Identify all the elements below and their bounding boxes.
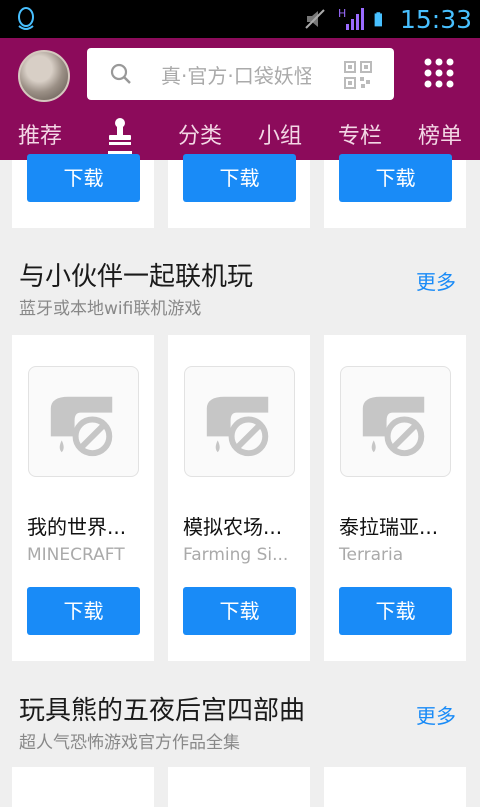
game-card[interactable]: 我的世界... MINECRAFT 下载 — [12, 335, 154, 661]
grid-menu-icon[interactable] — [424, 58, 454, 88]
game-card[interactable]: 模拟农场... Farming Si... 下载 — [168, 335, 310, 661]
app-header: 真·官方·口袋妖怪 推荐 分类 小组 专栏 榜单 — [0, 38, 480, 160]
section-subtitle: 超人气恐怖游戏官方作品全集 — [19, 733, 240, 753]
game-card: 下载 — [168, 154, 310, 228]
search-input[interactable]: 真·官方·口袋妖怪 — [161, 60, 311, 89]
section-subtitle: 蓝牙或本地wifi联机游戏 — [19, 299, 202, 319]
broken-image-icon — [50, 396, 113, 457]
clock: 15:33 — [399, 4, 472, 34]
qr-scan-icon[interactable] — [344, 61, 372, 89]
game-card[interactable] — [168, 767, 310, 807]
search-bar[interactable]: 真·官方·口袋妖怪 — [87, 48, 394, 100]
game-name: 我的世界... — [27, 515, 127, 539]
svg-text:H: H — [338, 7, 346, 20]
tab-category[interactable]: 分类 — [178, 118, 222, 150]
more-link[interactable]: 更多 — [416, 266, 456, 295]
section-title: 与小伙伴一起联机玩 — [19, 262, 254, 292]
status-icons: H 15:33 — [302, 0, 472, 38]
game-icon-placeholder — [28, 366, 139, 477]
broken-image-icon — [362, 396, 425, 457]
download-button[interactable]: 下载 — [339, 154, 452, 202]
game-english-name: Farming Si... — [183, 545, 289, 565]
broken-image-icon — [206, 396, 269, 457]
game-card[interactable] — [12, 767, 154, 807]
game-english-name: Terraria — [339, 545, 404, 565]
battery-icon — [374, 12, 382, 27]
content-scroll[interactable]: 下载 下载 下载 与小伙伴一起联机玩 蓝牙或本地wifi联机游戏 更多 我的世界… — [0, 154, 480, 807]
download-button[interactable]: 下载 — [27, 154, 140, 202]
more-link[interactable]: 更多 — [416, 700, 456, 729]
game-card: 下载 — [324, 154, 466, 228]
tab-recommend[interactable]: 推荐 — [18, 118, 62, 150]
download-button[interactable]: 下载 — [27, 587, 140, 635]
game-card[interactable] — [324, 767, 466, 807]
game-card: 下载 — [12, 154, 154, 228]
tab-bar: 推荐 分类 小组 专栏 榜单 — [0, 110, 480, 160]
game-name: 模拟农场... — [183, 515, 283, 539]
signal-h-icon: H — [338, 7, 364, 30]
game-card[interactable]: 泰拉瑞亚... Terraria 下载 — [324, 335, 466, 661]
download-button[interactable]: 下载 — [183, 587, 296, 635]
stamp-icon[interactable] — [106, 117, 134, 147]
tab-column[interactable]: 专栏 — [338, 118, 382, 150]
game-english-name: MINECRAFT — [27, 545, 125, 565]
qq-penguin-icon — [18, 7, 34, 30]
search-icon — [110, 63, 131, 84]
tab-ranking[interactable]: 榜单 — [418, 118, 462, 150]
section-title: 玩具熊的五夜后宫四部曲 — [19, 696, 306, 726]
game-name: 泰拉瑞亚... — [339, 515, 439, 539]
game-icon-placeholder — [340, 366, 451, 477]
avatar[interactable] — [18, 50, 70, 102]
mute-icon — [305, 9, 325, 29]
download-button[interactable]: 下载 — [339, 587, 452, 635]
status-bar: H 15:33 — [0, 0, 480, 38]
tab-groups[interactable]: 小组 — [258, 118, 302, 150]
download-button[interactable]: 下载 — [183, 154, 296, 202]
game-icon-placeholder — [184, 366, 295, 477]
